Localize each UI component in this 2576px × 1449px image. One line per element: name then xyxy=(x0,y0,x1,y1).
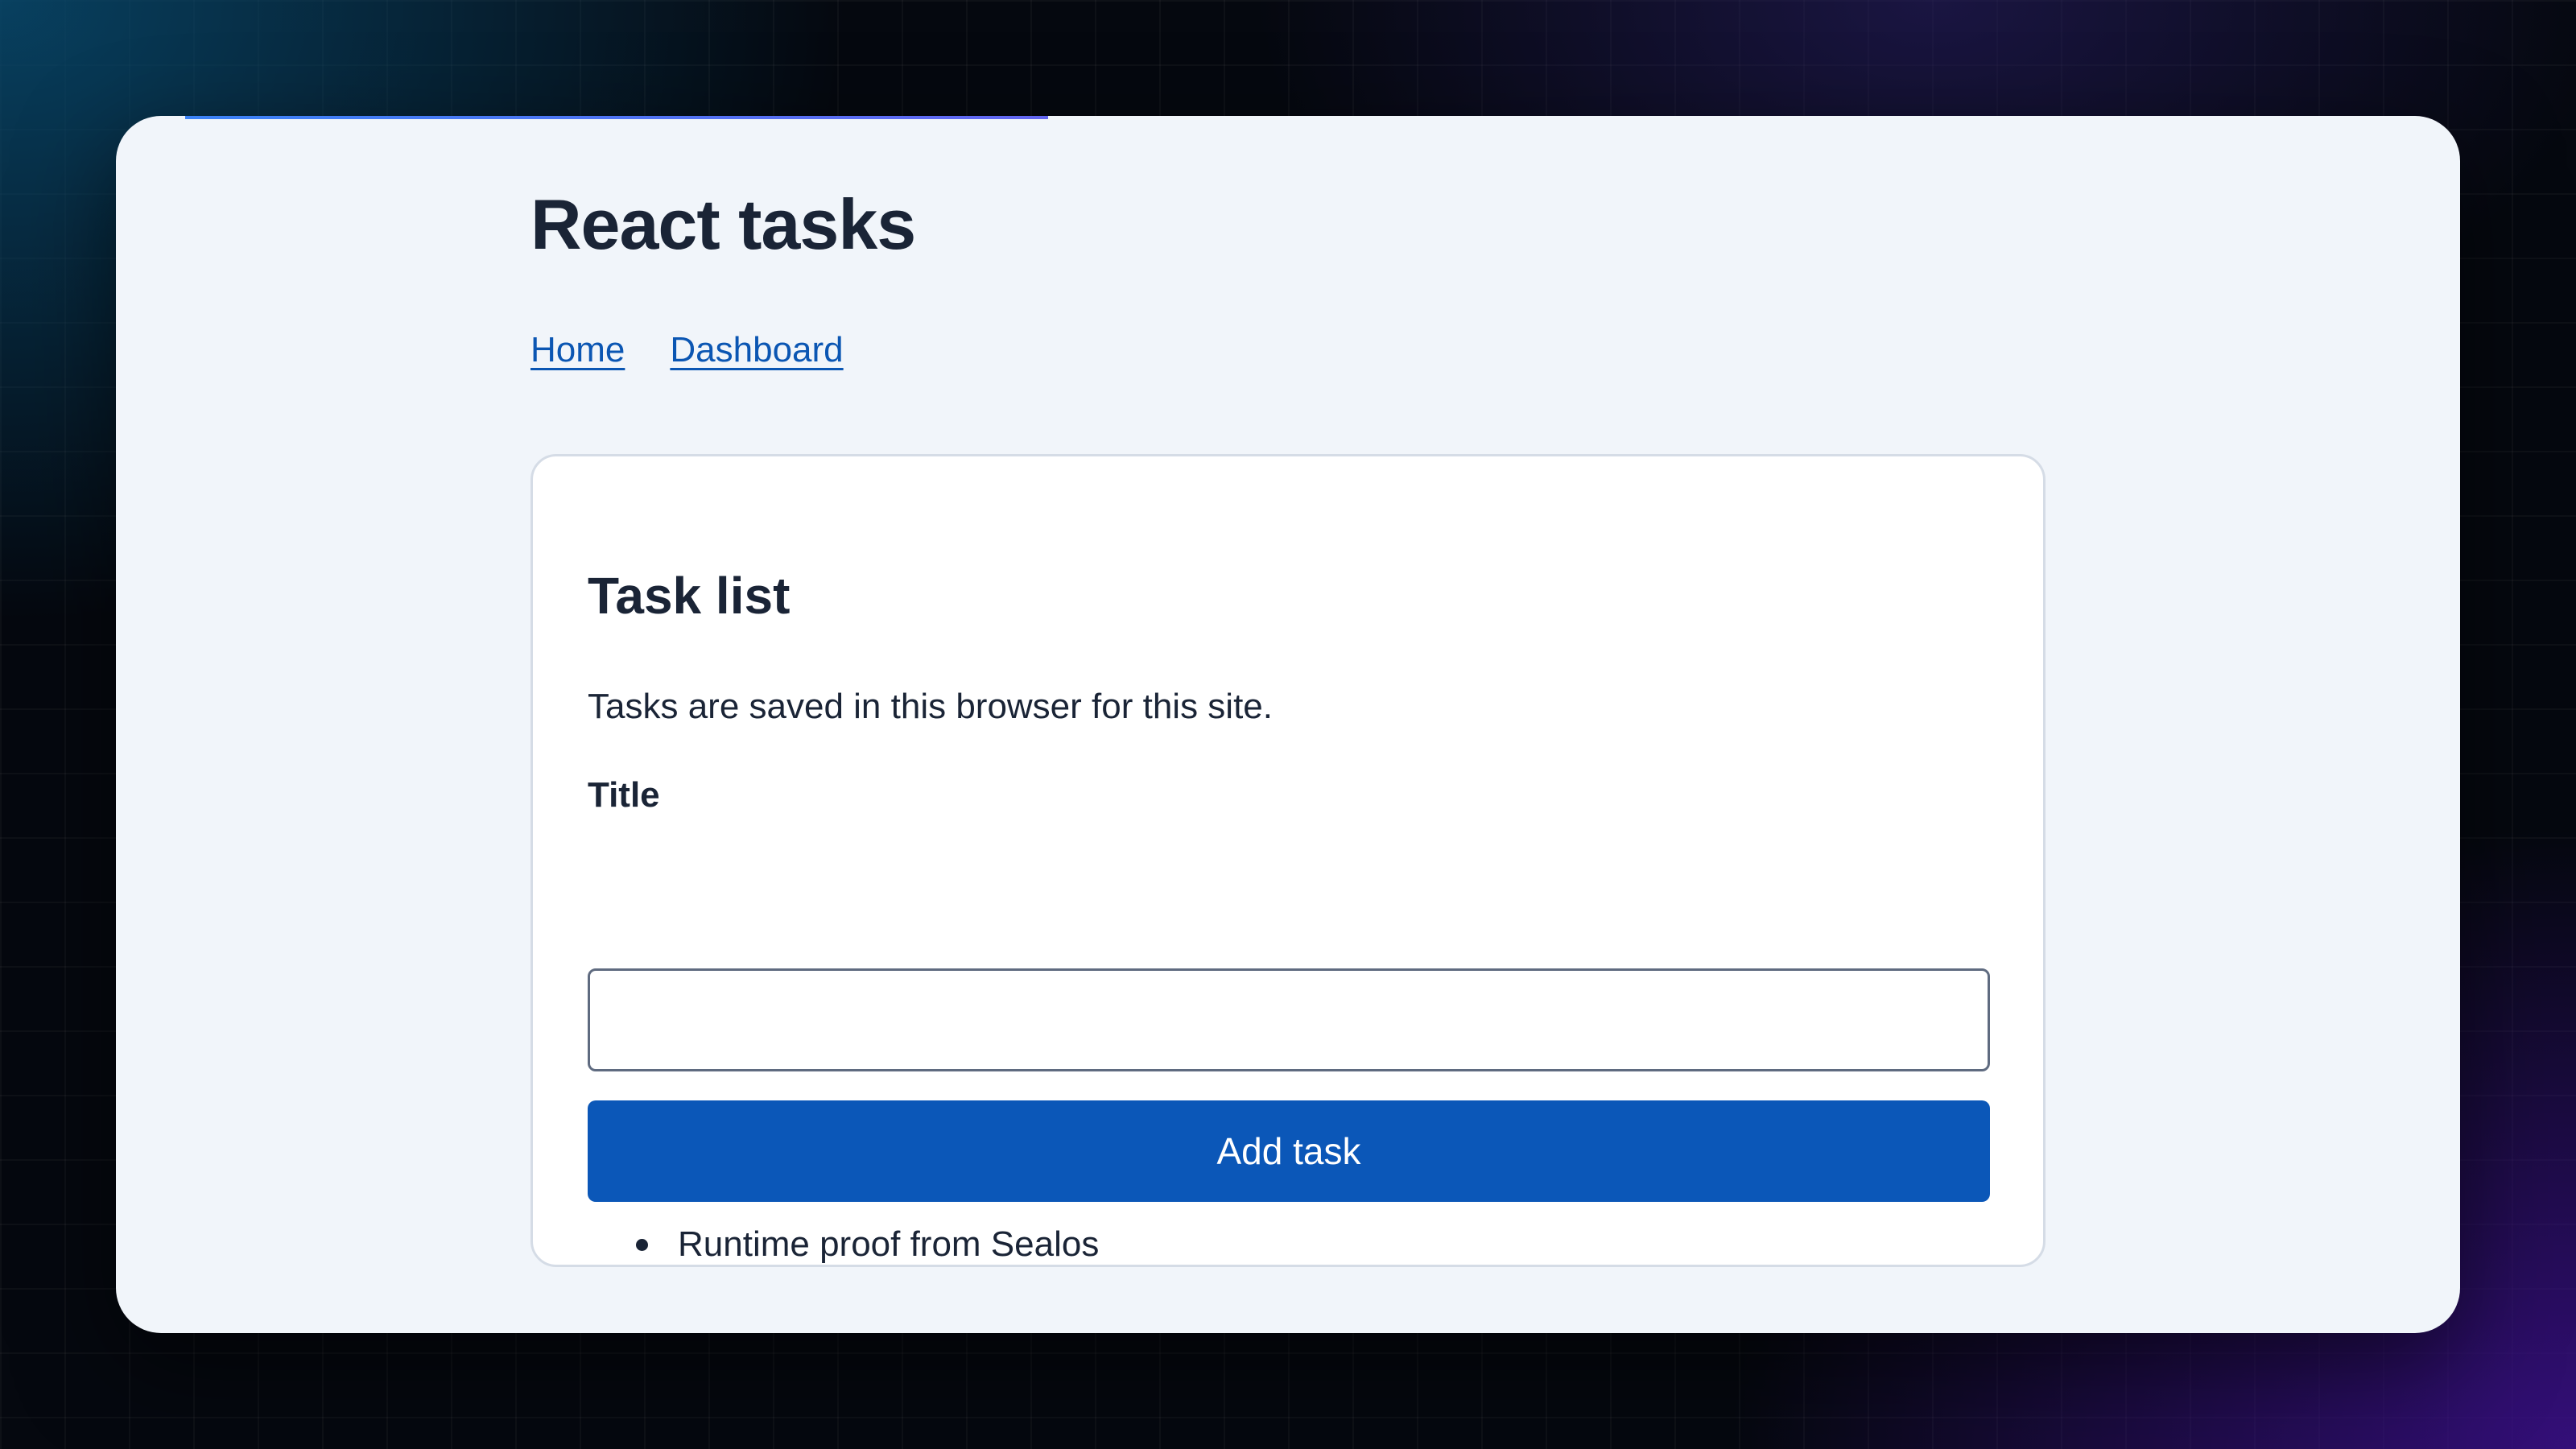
task-list-card: Task list Tasks are saved in this browse… xyxy=(530,454,2046,1267)
nav-link-home[interactable]: Home xyxy=(530,330,625,370)
loading-progress-line xyxy=(185,116,1048,119)
page-title: React tasks xyxy=(530,184,916,264)
task-list-item: Runtime proof from Sealos xyxy=(588,1221,1099,1268)
card-title: Task list xyxy=(588,567,791,625)
title-field-label: Title xyxy=(588,775,660,815)
main-nav: Home Dashboard xyxy=(530,330,844,370)
task-item-text: Runtime proof from Sealos xyxy=(678,1224,1100,1264)
app-window: React tasks Home Dashboard Task list Tas… xyxy=(116,116,2460,1333)
card-description: Tasks are saved in this browser for this… xyxy=(588,687,1273,726)
nav-link-dashboard[interactable]: Dashboard xyxy=(670,330,843,370)
task-list: Runtime proof from Sealos xyxy=(588,1221,1099,1268)
title-input[interactable] xyxy=(588,968,1990,1071)
bullet-icon xyxy=(636,1239,648,1251)
add-task-button[interactable]: Add task xyxy=(588,1100,1990,1202)
